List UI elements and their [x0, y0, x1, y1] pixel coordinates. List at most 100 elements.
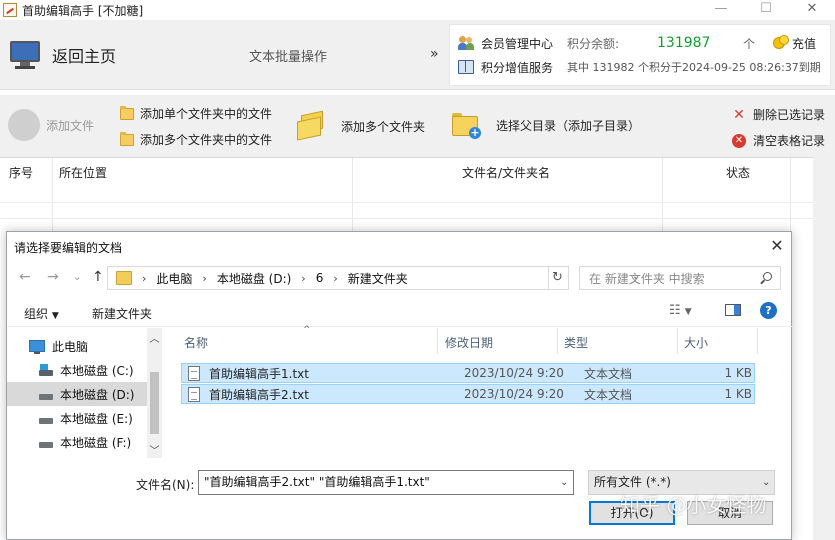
- file-row[interactable]: 首助编辑高手2.txt 2023/10/24 9:20 文本文档 1 KB: [181, 384, 755, 404]
- forward-arrow-icon[interactable]: →: [47, 269, 59, 285]
- file-date: 2023/10/24 9:20: [464, 366, 564, 380]
- drive-icon: [39, 441, 53, 448]
- breadcrumb-drive-d[interactable]: 本地磁盘 (D:): [217, 270, 291, 287]
- member-center-link[interactable]: 会员管理中心: [481, 35, 567, 52]
- address-bar[interactable]: › 此电脑 › 本地磁盘 (D:) › 6 › 新建文件夹 ⌄: [107, 266, 640, 290]
- chevron-down-icon[interactable]: ⌄: [762, 477, 770, 488]
- add-single-folder-button[interactable]: 添加单个文件夹中的文件: [120, 105, 272, 122]
- watermark: 知乎 @小女怪物: [620, 493, 767, 517]
- minimize-button[interactable]: —: [701, 0, 741, 20]
- file-header-date[interactable]: 修改日期: [445, 334, 493, 351]
- nav-item-drive-d[interactable]: 本地磁盘 (D:): [7, 382, 147, 406]
- scroll-up-icon[interactable]: ︿: [147, 330, 162, 345]
- nav-item-label: 本地磁盘 (F:): [60, 435, 132, 450]
- file-list-pane: ^ 名称 修改日期 类型 大小 首助编辑高手1.txt 2023/10/24 9…: [167, 325, 791, 458]
- add-multi-folder-files-button[interactable]: 添加多个文件夹中的文件: [120, 131, 272, 148]
- add-folders-button[interactable]: 添加多个文件夹: [297, 110, 425, 141]
- nav-scrollbar[interactable]: ︿ ﹀: [147, 328, 162, 458]
- header-divider: [557, 328, 558, 354]
- drive-icon: [39, 417, 53, 424]
- nav-item-label: 本地磁盘 (C:): [60, 363, 134, 378]
- nav-item-drive-f[interactable]: 本地磁盘 (F:): [7, 430, 147, 454]
- file-size: 1 KB: [724, 366, 752, 380]
- points-balance-value: 131987: [657, 35, 711, 51]
- delete-selected-label: 删除已选记录: [753, 108, 826, 122]
- up-arrow-icon[interactable]: ↑: [92, 269, 104, 285]
- file-row[interactable]: 首助编辑高手1.txt 2023/10/24 9:20 文本文档 1 KB: [181, 363, 755, 383]
- folder-icon: [120, 131, 134, 146]
- nav-item-label: 本地磁盘 (D:): [60, 387, 135, 402]
- preview-pane-icon[interactable]: [725, 304, 741, 319]
- drive-icon: [39, 393, 53, 400]
- column-header-status[interactable]: 状态: [726, 158, 750, 188]
- search-placeholder: 在 新建文件夹 中搜索: [589, 271, 705, 286]
- nav-item-drive-e[interactable]: 本地磁盘 (E:): [7, 406, 147, 430]
- back-arrow-icon[interactable]: ←: [19, 269, 31, 285]
- scroll-thumb[interactable]: [150, 372, 159, 434]
- scroll-down-icon[interactable]: ﹀: [147, 442, 162, 457]
- recent-dropdown-icon[interactable]: ⌄: [73, 272, 81, 283]
- column-header-location[interactable]: 所在位置: [59, 158, 107, 188]
- header-divider: [677, 328, 678, 354]
- points-expiry-detail: 其中 131982 个积分于2024-09-25 08:26:37到期: [567, 61, 821, 74]
- row-divider: [0, 202, 813, 203]
- maximize-button[interactable]: ☐: [746, 0, 786, 20]
- select-parent-dir-label: 选择父目录（添加子目录）: [496, 118, 641, 133]
- filename-label: 文件名(N):: [136, 478, 195, 492]
- dialog-close-button[interactable]: ✕: [765, 235, 789, 257]
- add-file-button[interactable]: 添加文件: [8, 109, 94, 141]
- clear-circle-x-icon: ✕: [732, 133, 746, 148]
- title-bar: 首助编辑高手 [不加糖] — ☐ ✕: [0, 0, 835, 20]
- breadcrumb-folder-6[interactable]: 6: [316, 271, 324, 285]
- select-parent-dir-button[interactable]: + 选择父目录（添加子目录）: [452, 112, 641, 139]
- refresh-button[interactable]: ↻: [547, 266, 569, 290]
- chevron-right-icon: ›: [333, 271, 338, 285]
- file-header-name[interactable]: 名称: [184, 334, 208, 351]
- file-header-type[interactable]: 类型: [564, 334, 588, 351]
- recharge-button[interactable]: 充值: [792, 35, 816, 52]
- close-button[interactable]: ✕: [792, 0, 832, 20]
- column-header-filename[interactable]: 文件名/文件夹名: [462, 158, 550, 188]
- breadcrumb-new-folder[interactable]: 新建文件夹: [348, 270, 408, 287]
- add-file-label: 添加文件: [46, 118, 95, 133]
- home-button[interactable]: 返回主页: [0, 20, 240, 90]
- clear-table-button[interactable]: ✕ 清空表格记录: [732, 132, 825, 149]
- folder-icon: [116, 271, 132, 285]
- file-size: 1 KB: [724, 387, 752, 401]
- file-name: 首助编辑高手2.txt: [209, 387, 309, 402]
- file-header-size[interactable]: 大小: [684, 334, 708, 351]
- expand-arrow-button[interactable]: »: [430, 46, 439, 62]
- points-balance-label: 积分余额:: [567, 36, 620, 51]
- search-input[interactable]: 在 新建文件夹 中搜索: [579, 266, 781, 290]
- users-icon: [458, 36, 474, 50]
- nav-item-label: 本地磁盘 (E:): [60, 411, 133, 426]
- chevron-down-icon[interactable]: ⌄: [560, 477, 568, 488]
- text-file-icon: [188, 386, 200, 402]
- organize-menu-button[interactable]: 组织 ▼: [24, 305, 59, 322]
- delete-selected-button[interactable]: ✕ 删除已选记录: [732, 106, 825, 123]
- batch-operation-label: 文本批量操作: [249, 50, 328, 65]
- chevron-right-icon: ›: [301, 271, 306, 285]
- delete-x-icon: ✕: [733, 106, 745, 123]
- points-service-link[interactable]: 积分增值服务: [481, 59, 567, 76]
- header-divider: [437, 328, 438, 354]
- chevron-right-icon: ›: [202, 271, 207, 285]
- member-panel: 会员管理中心 积分余额: 131987 个 充值 积分增值服务 其中 13198…: [449, 24, 831, 86]
- new-folder-button[interactable]: 新建文件夹: [92, 305, 152, 322]
- help-icon[interactable]: ?: [760, 302, 777, 319]
- chevron-right-icon: ›: [142, 271, 147, 285]
- search-icon: [760, 272, 772, 285]
- folder-add-icon: +: [452, 112, 482, 139]
- file-date: 2023/10/24 9:20: [464, 387, 564, 401]
- column-header-index[interactable]: 序号: [9, 158, 33, 188]
- nav-item-drive-c[interactable]: 本地磁盘 (C:): [7, 358, 147, 382]
- filename-input[interactable]: "首助编辑高手2.txt" "首助编辑高手1.txt": [198, 470, 574, 495]
- file-type: 文本文档: [584, 387, 633, 402]
- view-options-icon[interactable]: ☷ ▼: [669, 303, 692, 318]
- table-scrollbar[interactable]: [813, 157, 835, 540]
- breadcrumb-this-pc[interactable]: 此电脑: [156, 270, 192, 287]
- nav-item-label: 此电脑: [52, 339, 89, 354]
- nav-item-this-pc[interactable]: 此电脑: [7, 334, 147, 358]
- window-title: 首助编辑高手 [不加糖]: [22, 3, 144, 18]
- organize-label: 组织: [24, 307, 49, 321]
